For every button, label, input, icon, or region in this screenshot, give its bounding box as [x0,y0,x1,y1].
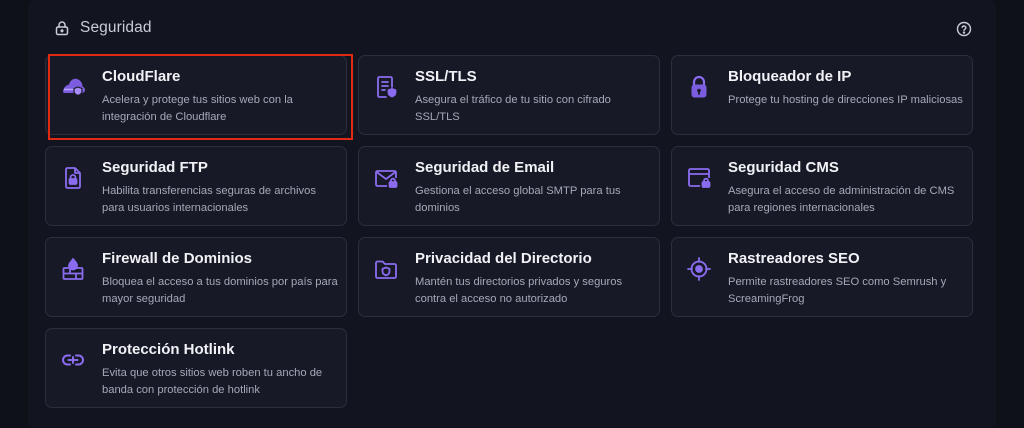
card-ip-blocker[interactable]: Bloqueador de IP Protege tu hosting de d… [671,55,973,135]
mail-lock-icon [372,164,400,192]
card-email-security[interactable]: Seguridad de Email Gestiona el acceso gl… [358,146,660,226]
card-description: Habilita transferencias seguras de archi… [102,185,316,214]
card-seo-crawlers[interactable]: Rastreadores SEO Permite rastreadores SE… [671,237,973,317]
lock-icon [54,20,70,36]
card-title: Privacidad del Directorio [415,250,592,267]
crosshair-icon [685,255,713,283]
card-title: Seguridad FTP [102,159,208,176]
card-cloudflare[interactable]: CloudFlare Acelera y protege tus sitios … [45,55,347,135]
card-title: Seguridad de Email [415,159,555,176]
section-title: Seguridad [80,19,152,36]
card-title: SSL/TLS [415,68,477,85]
file-lock-icon [59,164,87,192]
card-description: Bloquea el acceso a tus dominios por paí… [102,276,338,305]
card-title: Protección Hotlink [102,341,235,358]
cloud-shield-icon [59,73,87,101]
card-description: Permite rastreadores SEO como Semrush y … [728,276,947,305]
card-title: Bloqueador de IP [728,68,852,85]
card-ftp-security[interactable]: Seguridad FTP Habilita transferencias se… [45,146,347,226]
card-title: Seguridad CMS [728,159,839,176]
card-hotlink-protection[interactable]: Protección Hotlink Evita que otros sitio… [45,328,347,408]
link-block-icon [59,346,87,374]
card-description: Protege tu hosting de direcciones IP mal… [728,94,963,106]
certificate-icon [372,73,400,101]
card-description: Mantén tus directorios privados y seguro… [415,276,623,305]
card-description: Gestiona el acceso global SMTP para tus … [415,185,621,214]
card-description: Acelera y protege tus sitios web con la … [102,94,293,123]
folder-shield-icon [372,255,400,283]
card-title: Firewall de Dominios [102,250,253,267]
card-cms-security[interactable]: Seguridad CMS Asegura el acceso de admin… [671,146,973,226]
card-domain-firewall[interactable]: Firewall de Dominios Bloquea el acceso a… [45,237,347,317]
card-title: CloudFlare [102,68,181,85]
card-description: Evita que otros sitios web roben tu anch… [102,367,323,396]
card-title: Rastreadores SEO [728,250,860,267]
padlock-icon [685,73,713,101]
card-description: Asegura el tráfico de tu sitio con cifra… [415,94,611,123]
help-circle-icon[interactable] [956,21,972,37]
card-directory-privacy[interactable]: Privacidad del Directorio Mantén tus dir… [358,237,660,317]
card-ssl-tls[interactable]: SSL/TLS Asegura el tráfico de tu sitio c… [358,55,660,135]
firewall-icon [59,255,87,283]
browser-lock-icon [685,164,713,192]
section-header: Seguridad [54,17,152,39]
card-description: Asegura el acceso de administración de C… [728,185,955,214]
